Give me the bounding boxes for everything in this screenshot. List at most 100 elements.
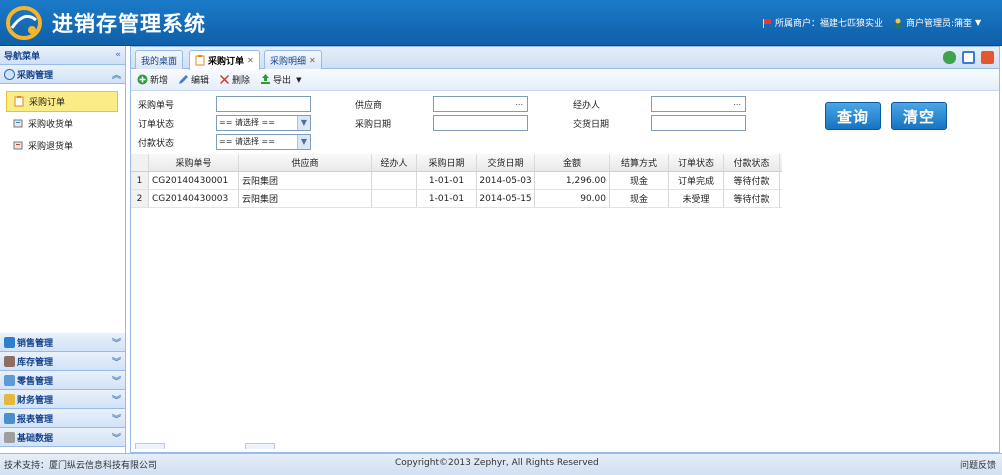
sidebar-items: 采购订单 采购收货单 采购退货单 [0, 84, 125, 333]
sidebar-group-retail[interactable]: 零售管理 ︾ [0, 371, 125, 390]
merchant-info: 所属商户：福建七匹狼实业 [762, 16, 883, 29]
column-header[interactable]: 金额 [535, 154, 610, 171]
row-number: 1 [131, 172, 149, 189]
grid-header: 采购单号 供应商 经办人 采购日期 交货日期 金额 结算方式 订单状态 付款状态 [131, 154, 782, 172]
chevron-up-icon: ︽ [111, 70, 121, 81]
row-number-header [131, 154, 149, 171]
sidebar-group-purchase[interactable]: 采购管理 ︽ [0, 65, 125, 84]
column-header[interactable]: 采购日期 [417, 154, 477, 171]
handler-cell [372, 190, 417, 207]
merchant-label: 所属商户：福建七匹狼实业 [775, 19, 884, 29]
collapse-icon[interactable]: « [115, 50, 121, 60]
refresh-icon[interactable] [943, 51, 956, 64]
sidebar-header: 导航菜单 « [0, 46, 125, 65]
order-icon [195, 55, 205, 66]
row-number: 2 [131, 190, 149, 207]
delivery-date-cell: 2014-05-03 [477, 172, 535, 189]
reports-icon [4, 412, 15, 424]
delete-button[interactable]: 删除 [219, 73, 250, 86]
tab-desktop[interactable]: 我的桌面 [135, 50, 184, 69]
payment-status-label: 付款状态 [138, 139, 175, 149]
order-no-cell: CG20140430003 [149, 190, 239, 207]
tab-purchase-detail[interactable]: 采购明细 ✕ [264, 50, 322, 69]
sidebar-group-finance[interactable]: 财务管理 ︾ [0, 390, 125, 409]
column-header[interactable]: 交货日期 [477, 154, 535, 171]
retail-icon [4, 374, 15, 386]
add-button[interactable]: 新增 [137, 73, 168, 86]
chevron-down-icon: ︾ [111, 414, 121, 425]
delivery-date-input[interactable] [651, 115, 746, 131]
group-label: 财务管理 [17, 395, 54, 406]
tab-label: 我的桌面 [141, 56, 178, 67]
sidebar-group-basedata[interactable]: 基础数据 ︾ [0, 428, 125, 447]
delivery-date-label: 交货日期 [573, 120, 610, 130]
table-row[interactable]: 2 CG20140430003 云阳集团 1-01-01 2014-05-15 … [131, 190, 782, 208]
column-header[interactable]: 供应商 [239, 154, 372, 171]
header: 进销存管理系统 所属商户：福建七匹狼实业 商户管理员:蒲奎 ▼ [0, 0, 1002, 46]
column-header[interactable]: 订单状态 [669, 154, 724, 171]
amount-cell: 1,296.00 [535, 172, 610, 189]
sidebar-group-reports[interactable]: 报表管理 ︾ [0, 409, 125, 428]
pager-tab[interactable] [135, 443, 165, 449]
supplier-cell: 云阳集团 [239, 172, 372, 189]
chevron-down-icon: ▼ [296, 75, 302, 84]
table-row[interactable]: 1 CG20140430001 云阳集团 1-01-01 2014-05-03 … [131, 172, 782, 190]
edit-label: 编辑 [191, 76, 210, 86]
maximize-icon[interactable] [962, 51, 975, 64]
column-header[interactable]: 付款状态 [724, 154, 780, 171]
column-header[interactable]: 采购单号 [149, 154, 239, 171]
column-header[interactable]: 经办人 [372, 154, 417, 171]
group-label: 库存管理 [17, 357, 54, 368]
feedback-link[interactable]: 问题反馈 [960, 458, 996, 471]
pager-tab[interactable] [245, 443, 275, 449]
inventory-icon [4, 355, 15, 367]
payment-status-select[interactable]: == 请选择 == ▼ [216, 134, 311, 150]
admin-menu[interactable]: 商户管理员:蒲奎 ▼ [893, 16, 981, 29]
close-icon[interactable]: ✕ [309, 56, 316, 65]
sidebar-item-purchase-return[interactable]: 采购退货单 [6, 135, 118, 156]
clear-button[interactable]: 清空 [891, 102, 947, 130]
order-status-select[interactable]: == 请选择 == ▼ [216, 115, 311, 131]
pager-tabs [135, 443, 275, 449]
edit-button[interactable]: 编辑 [178, 73, 209, 86]
close-icon[interactable] [981, 51, 994, 64]
sidebar-item-purchase-order[interactable]: 采购订单 [6, 91, 118, 112]
chevron-down-icon: ▼ [297, 116, 310, 130]
column-header[interactable]: 结算方式 [610, 154, 669, 171]
chevron-down-icon: ︾ [111, 433, 121, 444]
tab-tools [943, 51, 994, 64]
supplier-input[interactable]: ... [433, 96, 528, 112]
toolbar: 新增 编辑 删除 导出 ▼ [131, 69, 999, 91]
order-no-input[interactable] [216, 96, 311, 112]
delete-label: 删除 [232, 76, 251, 86]
close-icon[interactable]: ✕ [247, 56, 254, 65]
handler-input[interactable]: ... [651, 96, 746, 112]
admin-label: 商户管理员:蒲奎 [906, 19, 973, 29]
sidebar-item-label: 采购订单 [29, 98, 66, 108]
add-label: 新增 [150, 76, 169, 86]
order-grid: 采购单号 供应商 经办人 采购日期 交货日期 金额 结算方式 订单状态 付款状态… [131, 154, 782, 208]
main-panel: 我的桌面 采购订单 ✕ 采购明细 ✕ 新增 编辑 删除 导出 ▼ 采购单号 供应… [130, 46, 1000, 453]
order-status-label: 订单状态 [138, 120, 175, 130]
lookup-icon[interactable]: ... [733, 98, 741, 107]
sidebar-group-sales[interactable]: 销售管理 ︾ [0, 333, 125, 352]
purchase-date-input[interactable] [433, 115, 528, 131]
lookup-icon[interactable]: ... [515, 98, 523, 107]
tab-purchase-order[interactable]: 采购订单 ✕ [189, 50, 260, 70]
purchase-date-label: 采购日期 [355, 120, 392, 130]
amount-cell: 90.00 [535, 190, 610, 207]
delete-icon [220, 75, 230, 84]
sidebar-group-inventory[interactable]: 库存管理 ︾ [0, 352, 125, 371]
app-title: 进销存管理系统 [52, 12, 206, 36]
supplier-cell: 云阳集团 [239, 190, 372, 207]
sidebar-item-purchase-receipt[interactable]: 采购收货单 [6, 113, 118, 134]
purchase-date-cell: 1-01-01 [417, 190, 477, 207]
return-icon [13, 141, 23, 150]
purchase-date-cell: 1-01-01 [417, 172, 477, 189]
receipt-icon [13, 119, 23, 128]
export-button[interactable]: 导出 ▼ [260, 73, 301, 86]
query-button[interactable]: 查询 [825, 102, 881, 130]
pay-status-cell: 等待付款 [724, 172, 780, 189]
order-icon [14, 96, 24, 107]
chevron-down-icon: ︾ [111, 357, 121, 368]
